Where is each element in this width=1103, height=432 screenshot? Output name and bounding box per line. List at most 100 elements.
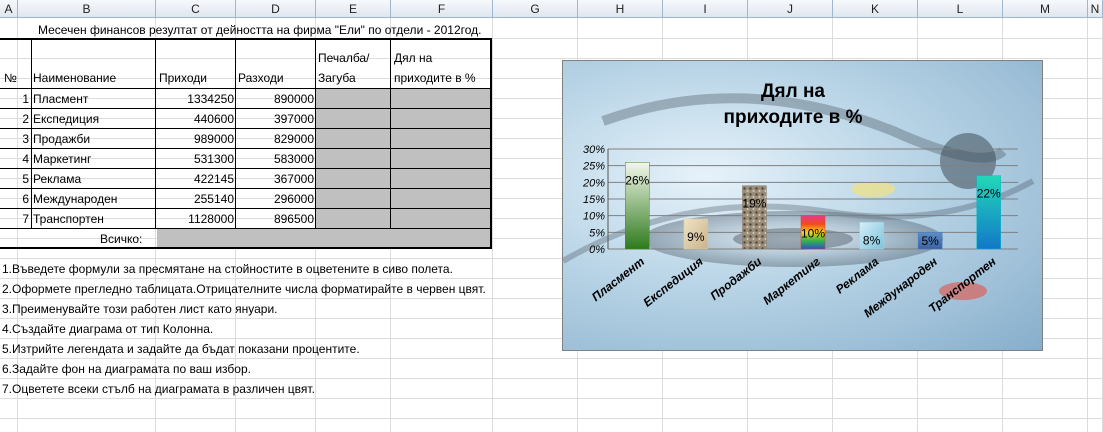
instruction-line[interactable]: 2.Оформете прегледно таблицата.Отрицател…	[2, 279, 486, 299]
instruction-line[interactable]: 3.Преименувайте този работен лист като я…	[2, 299, 278, 319]
y-tick-label: 15%	[583, 194, 605, 206]
header-profit-line2[interactable]: Загуба	[318, 68, 356, 88]
y-tick-label: 25%	[582, 161, 605, 173]
bar-3	[742, 185, 767, 250]
column-header-i[interactable]: I	[663, 0, 748, 18]
table-border-line	[0, 247, 492, 249]
data-label: 10%	[801, 227, 825, 241]
header-expense[interactable]: Разходи	[238, 68, 284, 88]
spreadsheet: ABCDEFGHIJKLMNO Месечен финансов резулта…	[0, 0, 1103, 432]
gridline-horizontal	[0, 58, 1103, 59]
row-name-cell[interactable]: Маркетинг	[33, 149, 91, 169]
header-share-line2[interactable]: приходите в %	[394, 68, 476, 88]
category-label: Пласмент	[589, 254, 647, 304]
row-income-cell[interactable]: 531300	[156, 149, 236, 169]
data-label: 9%	[687, 230, 705, 244]
header-income[interactable]: Приходи	[159, 68, 207, 88]
column-header-a[interactable]: A	[0, 0, 18, 18]
column-header-g[interactable]: G	[493, 0, 578, 18]
category-label: Експедиция	[640, 254, 705, 309]
row-name-cell[interactable]: Пласмент	[33, 89, 88, 109]
instruction-line[interactable]: 5.Изтрийте легендата и задайте да бъдат …	[2, 339, 360, 359]
y-tick-label: 10%	[583, 211, 605, 223]
instruction-line[interactable]: 6.Задайте фон на диаграмата по ваш избор…	[2, 359, 251, 379]
row-income-cell[interactable]: 1128000	[156, 209, 236, 229]
data-label: 19%	[742, 197, 766, 211]
table-border-line	[31, 38, 32, 228]
table-border-line	[0, 88, 492, 89]
column-header-d[interactable]: D	[236, 0, 316, 18]
instruction-line[interactable]: 1.Въведете формули за пресмятане на стой…	[2, 259, 453, 279]
column-header-h[interactable]: H	[578, 0, 663, 18]
table-border-line	[0, 228, 492, 229]
column-header-e[interactable]: E	[316, 0, 391, 18]
row-no-cell[interactable]: 1	[0, 89, 31, 109]
column-header-j[interactable]: J	[748, 0, 833, 18]
row-expense-cell[interactable]: 583000	[236, 149, 316, 169]
column-header-c[interactable]: C	[156, 0, 236, 18]
instruction-line[interactable]: 7.Оцветете всеки стълб на диаграмата в р…	[2, 379, 315, 399]
row-name-cell[interactable]: Продажби	[33, 129, 90, 149]
row-expense-cell[interactable]: 896500	[236, 209, 316, 229]
y-tick-label: 30%	[583, 144, 605, 156]
row-name-cell[interactable]: Експедиция	[33, 109, 99, 129]
table-border-line	[0, 108, 492, 109]
total-label[interactable]: Всичко:	[100, 229, 142, 249]
row-income-cell[interactable]: 440600	[156, 109, 236, 129]
row-income-cell[interactable]: 989000	[156, 129, 236, 149]
column-chart[interactable]: Дял на приходите в % 0% 5% 10% 15% 20% 25% 30% 26…	[562, 60, 1043, 351]
column-header-m[interactable]: M	[1003, 0, 1088, 18]
table-border-line	[0, 168, 492, 169]
row-name-cell[interactable]: Транспортен	[33, 209, 104, 229]
row-expense-cell[interactable]: 890000	[236, 89, 316, 109]
column-header-f[interactable]: F	[391, 0, 493, 18]
table-border-line	[490, 38, 492, 249]
table-border-line	[390, 38, 391, 228]
column-header-l[interactable]: L	[918, 0, 1003, 18]
data-label: 26%	[625, 173, 649, 187]
header-no[interactable]: №	[4, 68, 17, 88]
header-share-line1[interactable]: Дял на	[394, 48, 432, 68]
data-label: 8%	[863, 233, 881, 247]
row-name-cell[interactable]: Реклама	[33, 169, 81, 189]
chart-title-line: приходите в %	[724, 107, 863, 128]
table-border-line	[0, 128, 492, 129]
row-expense-cell[interactable]: 397000	[236, 109, 316, 129]
header-profit-line1[interactable]: Печалба/	[318, 48, 369, 68]
row-expense-cell[interactable]: 829000	[236, 129, 316, 149]
row-no-cell[interactable]: 3	[0, 129, 31, 149]
row-no-cell[interactable]: 2	[0, 109, 31, 129]
column-header-n[interactable]: N	[1088, 0, 1103, 18]
row-income-cell[interactable]: 255140	[156, 189, 236, 209]
row-no-cell[interactable]: 4	[0, 149, 31, 169]
row-name-cell[interactable]: Международен	[33, 189, 117, 209]
row-income-cell[interactable]: 1334250	[156, 89, 236, 109]
y-tick-label: 0%	[589, 244, 605, 256]
gridline-horizontal	[0, 418, 1103, 419]
y-tick-label: 5%	[589, 227, 605, 239]
table-border-line	[0, 148, 492, 149]
column-header-k[interactable]: K	[833, 0, 918, 18]
chart-svg: Дял на приходите в % 0% 5% 10% 15% 20% 25% 30% 26…	[563, 81, 1035, 320]
gridline-vertical	[492, 18, 493, 432]
row-income-cell[interactable]: 422145	[156, 169, 236, 189]
row-no-cell[interactable]: 5	[0, 169, 31, 189]
sheet-title[interactable]: Месечен финансов резултат от дейността н…	[38, 20, 481, 40]
header-name[interactable]: Наименование	[33, 68, 116, 88]
table-border-line	[155, 38, 156, 228]
table-border-line	[0, 38, 492, 40]
row-expense-cell[interactable]: 367000	[236, 169, 316, 189]
formula-cells-total[interactable]	[157, 229, 491, 248]
row-no-cell[interactable]: 7	[0, 209, 31, 229]
column-header-b[interactable]: B	[18, 0, 156, 18]
table-border-line	[0, 208, 492, 209]
instruction-line[interactable]: 4.Създайте диаграма от тип Колонна.	[2, 319, 213, 339]
plot-area: Дял на приходите в % 0% 5% 10% 15% 20% 25% 30% 26…	[582, 81, 1018, 320]
data-label: 5%	[921, 234, 939, 248]
row-no-cell[interactable]: 6	[0, 189, 31, 209]
row-expense-cell[interactable]: 296000	[236, 189, 316, 209]
gridline-vertical	[1087, 18, 1088, 432]
table-border-line	[235, 38, 236, 228]
chart-title-line: Дял на	[761, 81, 825, 102]
data-label: 22%	[977, 187, 1001, 201]
